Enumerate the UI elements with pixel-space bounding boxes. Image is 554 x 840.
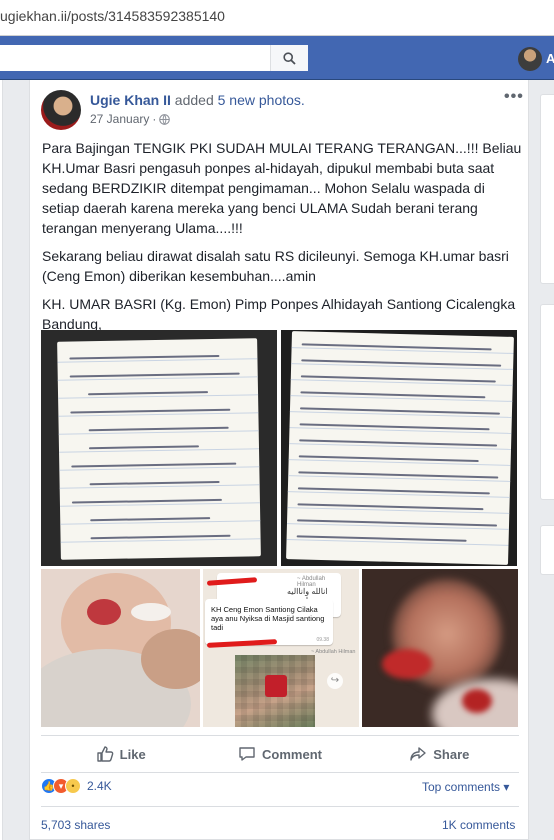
comment-button[interactable]: Comment xyxy=(200,736,359,772)
divider xyxy=(41,772,519,773)
shares-count[interactable]: 5,703 shares xyxy=(41,818,110,832)
photo-handwritten-notes-1[interactable] xyxy=(41,330,277,566)
dot-separator: · xyxy=(152,112,157,126)
facebook-top-nav: A xyxy=(0,36,554,80)
divider xyxy=(41,806,519,807)
photo-injured-man-1[interactable] xyxy=(41,569,200,727)
url-text[interactable]: ugiekhan.ii/posts/314583592385140 xyxy=(0,8,225,24)
search-icon xyxy=(283,51,296,65)
chat-sender-bottom: ~ Abdullah Hilman xyxy=(311,649,356,655)
sidebar-card xyxy=(540,94,554,284)
author-name-link[interactable]: Ugie Khan II xyxy=(90,92,171,108)
left-column-edge xyxy=(0,80,3,840)
reactions-summary[interactable]: 👍 ▾ • 2.4K xyxy=(41,778,112,794)
post-card: Ugie Khan II added 5 new photos. 27 Janu… xyxy=(29,80,529,840)
photo-chat-screenshot[interactable]: ~ Abdullah Hilman انالله وانااليه راجعون… xyxy=(203,569,359,727)
globe-icon xyxy=(159,113,171,125)
action-bar: Like Comment Share xyxy=(41,736,519,772)
comment-icon xyxy=(239,747,255,761)
nav-avatar[interactable] xyxy=(518,47,542,71)
chat-message-text: KH Ceng Emon Santiong Cilaka aya anu Nyi… xyxy=(211,605,325,632)
comment-label[interactable]: Comment xyxy=(262,747,322,762)
pixelated-photo xyxy=(235,655,315,727)
thumbs-up-icon xyxy=(96,746,114,762)
post-paragraph: KH. UMAR BASRI (Kg. Emon) Pimp Ponpes Al… xyxy=(42,296,516,332)
search-button[interactable] xyxy=(270,45,308,71)
post-paragraph: Sekarang beliau dirawat disalah satu RS … xyxy=(42,248,509,284)
chat-message-bubble: KH Ceng Emon Santiong Cilaka aya anu Nyi… xyxy=(205,599,333,645)
right-sidebar-strip xyxy=(540,80,554,840)
post-date[interactable]: 27 January · xyxy=(90,112,171,126)
post-date-text[interactable]: 27 January xyxy=(90,112,149,126)
chevron-down-icon: ▾ xyxy=(503,780,510,794)
sad-reaction-icon: • xyxy=(65,778,81,794)
share-label[interactable]: Share xyxy=(433,747,469,762)
top-comments-label[interactable]: Top comments xyxy=(422,780,500,794)
post-header: Ugie Khan II added 5 new photos. xyxy=(90,92,305,108)
sidebar-card xyxy=(540,304,554,500)
chat-message-time: 09.38 xyxy=(316,637,329,643)
like-label[interactable]: Like xyxy=(120,747,146,762)
photo-handwritten-notes-2[interactable] xyxy=(281,330,517,566)
browser-url-bar[interactable]: ugiekhan.ii/posts/314583592385140 xyxy=(0,0,554,36)
share-button[interactable]: Share xyxy=(360,736,519,772)
photo-injured-man-2[interactable] xyxy=(362,569,518,727)
post-message: Para Bajingan TENGIK PKI SUDAH MULAI TER… xyxy=(42,138,522,342)
top-comments-dropdown[interactable]: Top comments ▾ xyxy=(422,780,509,794)
post-paragraph: Para Bajingan TENGIK PKI SUDAH MULAI TER… xyxy=(42,140,522,236)
nav-profile-name[interactable]: A xyxy=(546,51,554,66)
search-input[interactable] xyxy=(0,45,308,71)
forward-icon[interactable]: ↪ xyxy=(327,673,343,689)
like-button[interactable]: Like xyxy=(41,736,200,772)
author-avatar[interactable] xyxy=(41,90,81,130)
photos-link[interactable]: 5 new photos. xyxy=(218,92,305,108)
sidebar-card xyxy=(540,525,554,575)
post-action-text: added xyxy=(174,92,214,108)
comments-count[interactable]: 1K comments xyxy=(442,818,515,832)
reaction-count[interactable]: 2.4K xyxy=(87,779,112,793)
more-options-icon[interactable]: ••• xyxy=(504,88,524,106)
notebook-page xyxy=(286,331,514,565)
share-icon xyxy=(410,747,426,761)
notebook-page xyxy=(57,338,261,560)
